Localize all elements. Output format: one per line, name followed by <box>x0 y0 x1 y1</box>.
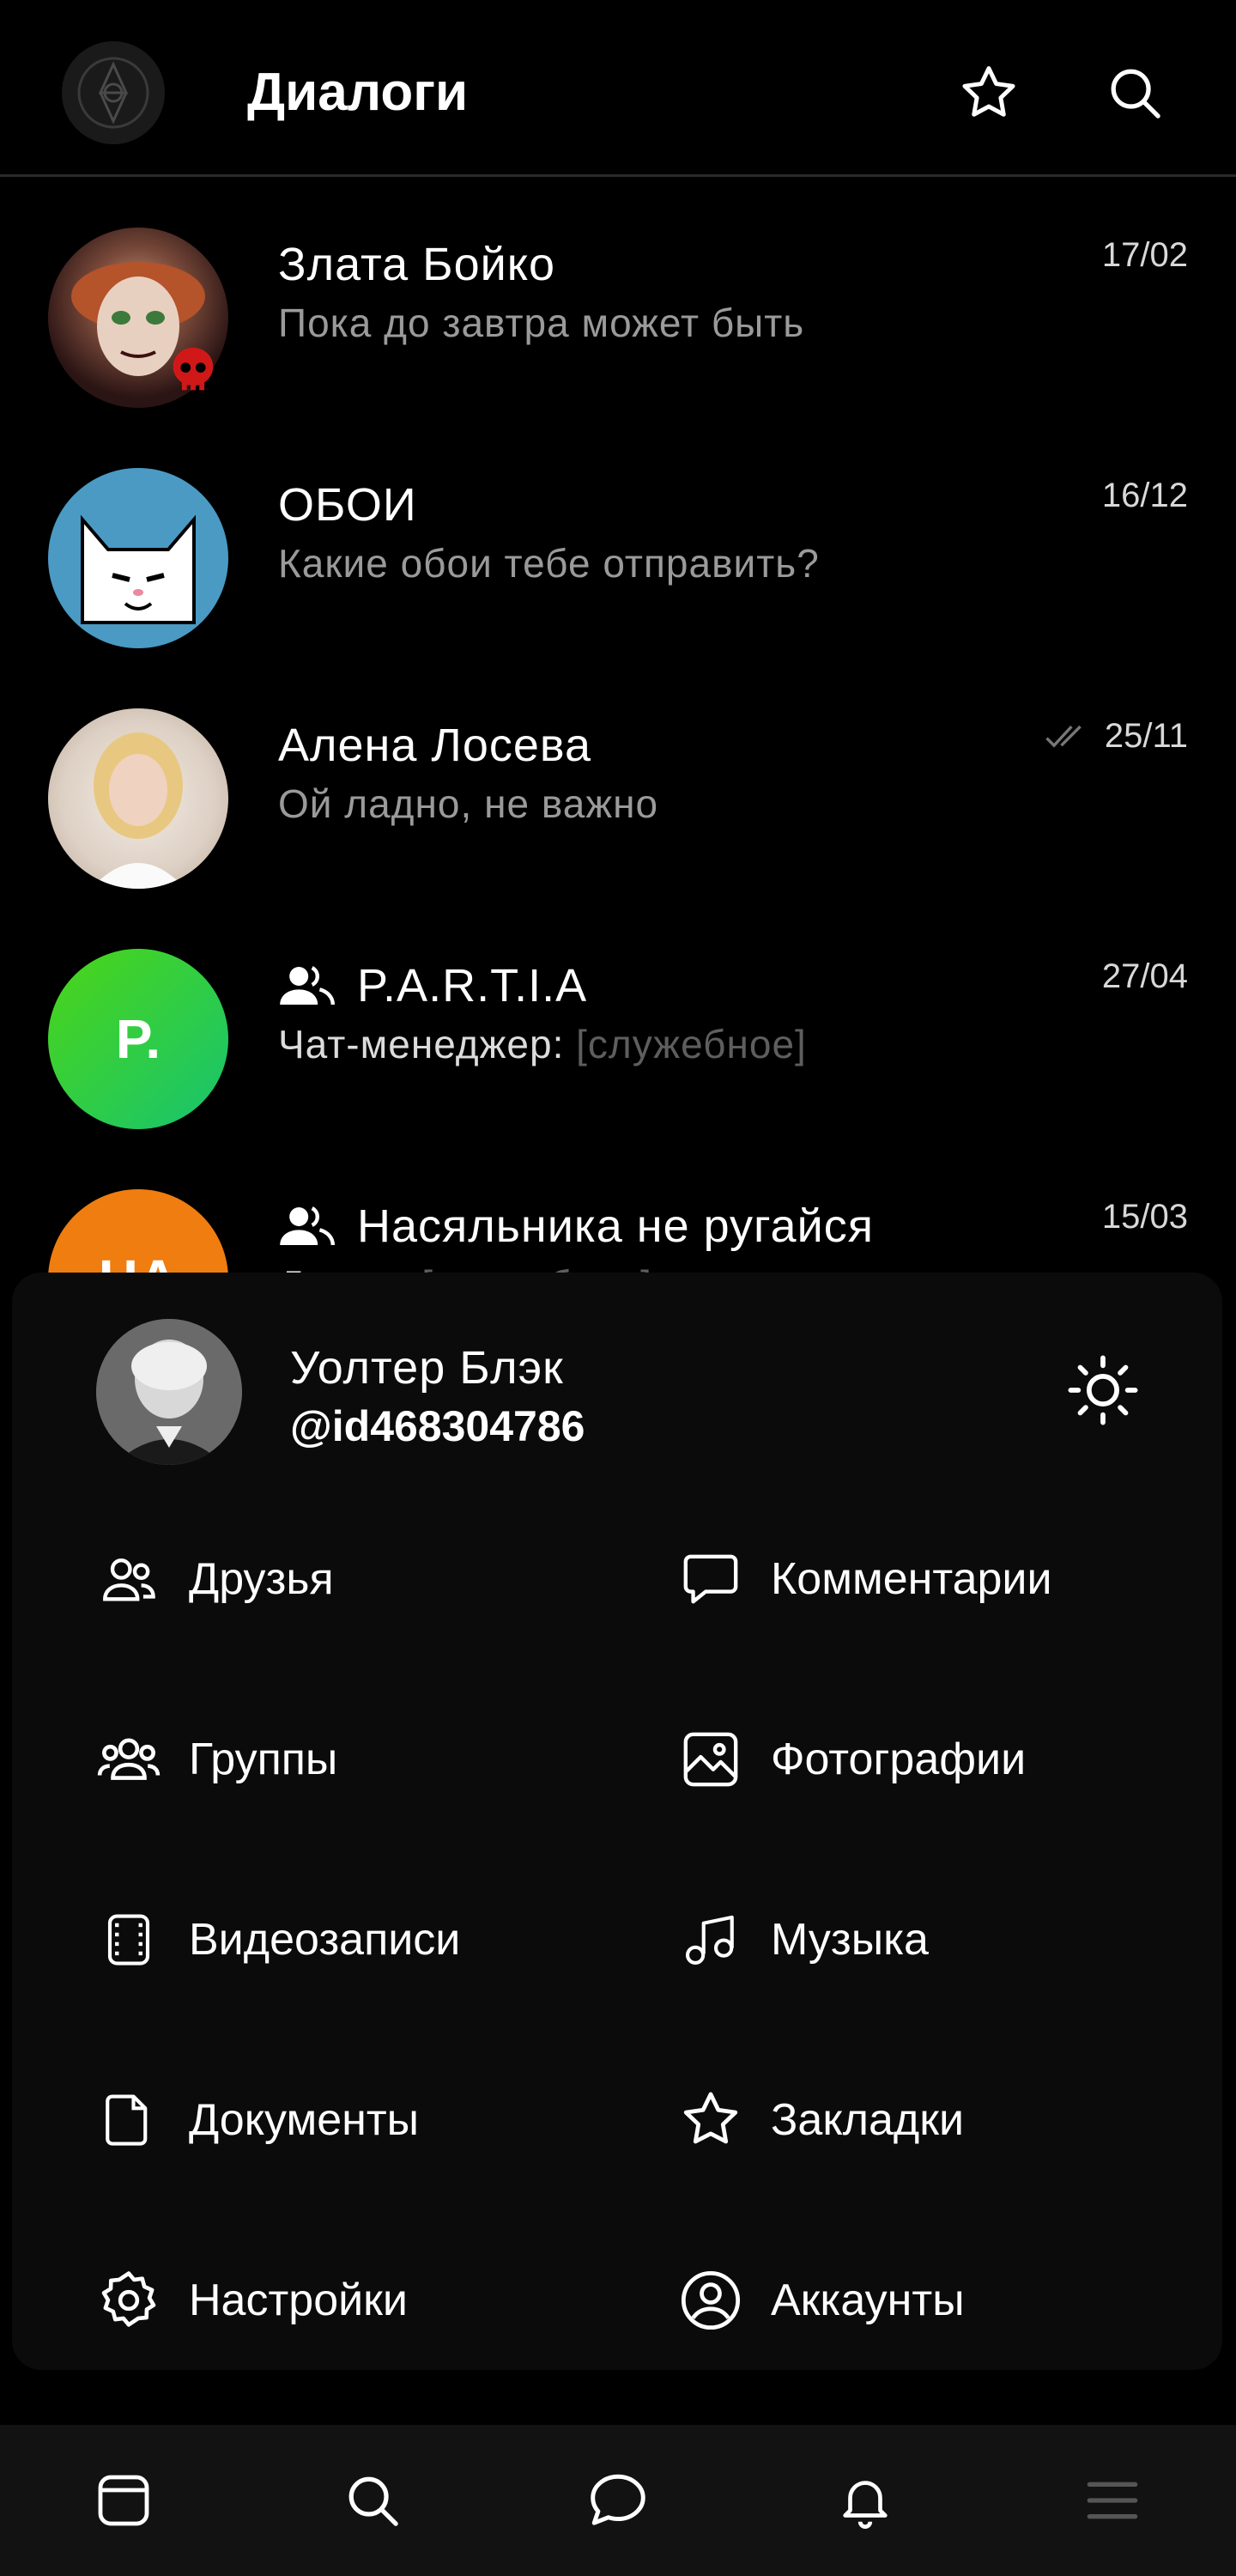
dialog-row[interactable]: Алена Лосева Ой ладно, не важно 25/11 <box>0 660 1236 901</box>
avatar-initials: P. <box>115 1008 161 1070</box>
dialog-name: Алена Лосева <box>278 720 592 771</box>
menu-label: Документы <box>189 2095 420 2145</box>
app-header: Диалоги <box>0 0 1236 177</box>
settings-icon <box>94 2266 163 2335</box>
dialog-date: 15/03 <box>1102 1198 1188 1236</box>
menu-item-videos[interactable]: Видеозаписи <box>94 1893 644 1987</box>
menu-label: Группы <box>189 1735 338 1784</box>
menu-item-music[interactable]: Музыка <box>676 1893 1226 1987</box>
read-check-icon <box>1045 722 1093 751</box>
dialog-row[interactable]: ОБОИ Какие обои тебе отправить? 16/12 <box>0 420 1236 660</box>
menu-item-bookmarks[interactable]: Закладки <box>676 2073 1226 2167</box>
avatar <box>48 468 228 648</box>
sun-icon[interactable] <box>1064 1352 1142 1429</box>
star-icon[interactable] <box>953 57 1025 129</box>
newsfeed-icon[interactable] <box>81 2458 167 2543</box>
dialog-name: P.A.R.T.I.A <box>278 959 587 1012</box>
dialog-row[interactable]: Злата Бойко Пока до завтра может быть 17… <box>0 179 1236 420</box>
date-text: 25/11 <box>1104 717 1188 755</box>
profile-drawer: Уолтер Блэк @id468304786 Друзья Группы В… <box>12 1273 1222 2370</box>
menu-item-friends[interactable]: Друзья <box>94 1532 644 1626</box>
dialog-last-message: Какие обои тебе отправить? <box>278 541 820 586</box>
user-name: Уолтер Блэк <box>290 1342 564 1394</box>
dialog-name-text: Насяльника не ругайся <box>357 1200 874 1252</box>
menu-label: Аккаунты <box>771 2275 965 2325</box>
music-icon <box>676 1905 745 1974</box>
menu-label: Музыка <box>771 1915 929 1965</box>
message-service: [служебное] <box>576 1022 807 1066</box>
menu-item-photos[interactable]: Фотографии <box>676 1712 1226 1807</box>
photo-icon <box>676 1725 745 1794</box>
triskelion-logo-icon[interactable] <box>62 41 165 144</box>
menu-label: Фотографии <box>771 1735 1027 1784</box>
dialog-date: 16/12 <box>1102 477 1188 515</box>
group-chat-icon <box>278 964 335 1007</box>
group-chat-icon <box>278 1205 335 1248</box>
dialog-date: 27/04 <box>1102 957 1188 996</box>
menu-label: Видеозаписи <box>189 1915 461 1965</box>
search-icon[interactable] <box>1099 57 1171 129</box>
dialog-name-text: P.A.R.T.I.A <box>357 960 588 1012</box>
date-text: 15/03 <box>1101 1198 1188 1236</box>
page-title: Диалоги <box>247 63 469 122</box>
message-sender: Чат-менеджер: <box>278 1022 565 1066</box>
groups-icon <box>94 1725 163 1794</box>
dialog-row[interactable]: P. P.A.R.T.I.A Чат-менеджер: [служебное]… <box>0 901 1236 1141</box>
dialog-name: Злата Бойко <box>278 239 556 290</box>
skull-badge-icon <box>163 343 223 403</box>
menu-icon[interactable] <box>1069 2458 1155 2543</box>
user-id: @id468304786 <box>290 1402 585 1450</box>
avatar[interactable] <box>96 1319 242 1465</box>
dialog-date: 17/02 <box>1102 236 1188 275</box>
menu-item-comments[interactable]: Комментарии <box>676 1532 1226 1626</box>
dialog-name: Насяльника не ругайся <box>278 1200 874 1253</box>
avatar: P. <box>48 949 228 1129</box>
menu-label: Друзья <box>189 1554 334 1604</box>
date-text: 17/02 <box>1101 236 1188 274</box>
notifications-icon[interactable] <box>822 2458 908 2543</box>
menu-item-groups[interactable]: Группы <box>94 1712 644 1807</box>
dialog-last-message: Пока до завтра может быть <box>278 301 805 345</box>
menu-item-documents[interactable]: Документы <box>94 2073 644 2167</box>
comment-icon <box>676 1545 745 1613</box>
friends-icon <box>94 1545 163 1613</box>
bottom-navigation <box>0 2425 1236 2576</box>
dialog-last-message: Ой ладно, не важно <box>278 781 659 826</box>
avatar <box>48 708 228 889</box>
menu-item-accounts[interactable]: Аккаунты <box>676 2253 1226 2348</box>
date-text: 16/12 <box>1101 477 1188 514</box>
dialog-last-message: Чат-менеджер: [служебное] <box>278 1021 807 1067</box>
messages-icon[interactable] <box>575 2458 661 2543</box>
dialog-date: 25/11 <box>1045 717 1188 756</box>
menu-label: Комментарии <box>771 1554 1052 1604</box>
video-icon <box>94 1905 163 1974</box>
document-icon <box>94 2086 163 2154</box>
bookmark-star-icon <box>676 2086 745 2154</box>
menu-label: Настройки <box>189 2275 408 2325</box>
account-icon <box>676 2266 745 2335</box>
menu-label: Закладки <box>771 2095 965 2145</box>
dialog-name: ОБОИ <box>278 479 417 531</box>
search-icon[interactable] <box>330 2458 415 2543</box>
menu-item-settings[interactable]: Настройки <box>94 2253 644 2348</box>
date-text: 27/04 <box>1101 957 1188 995</box>
